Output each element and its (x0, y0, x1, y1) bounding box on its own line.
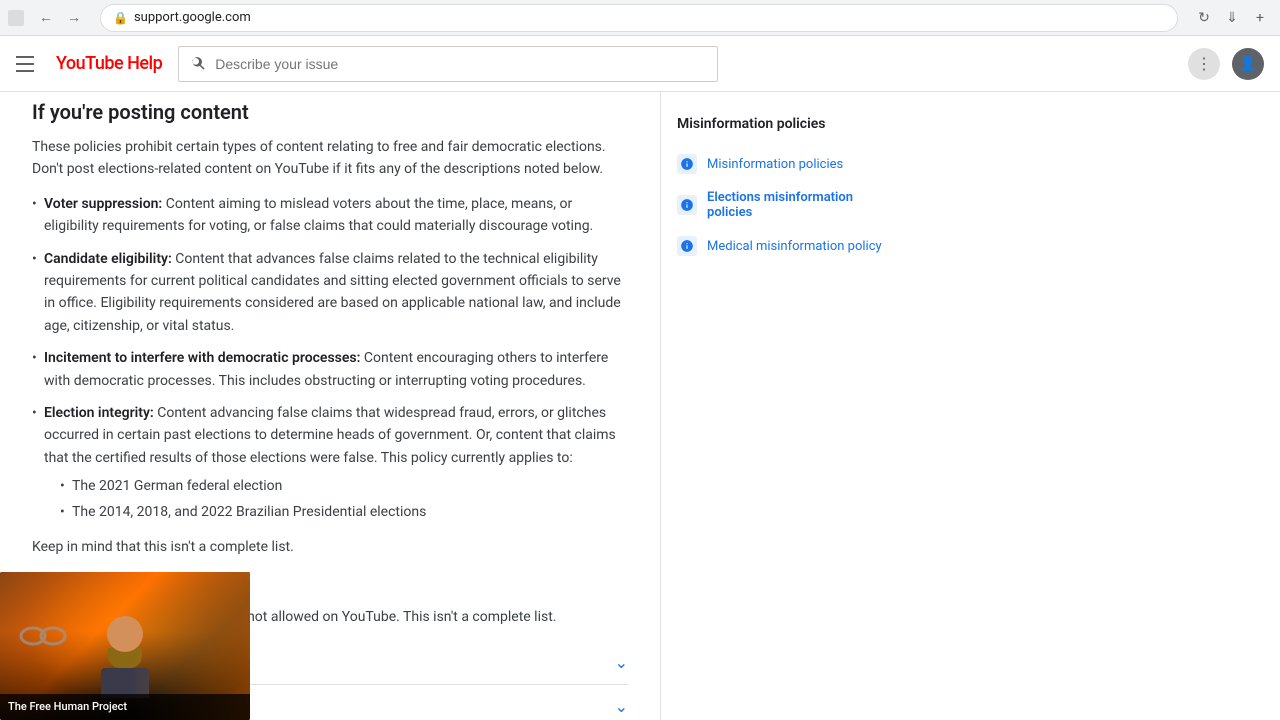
search-input[interactable] (215, 56, 705, 72)
yt-logo-youtube: YouTube (56, 53, 123, 74)
posting-intro: These policies prohibit certain types of… (32, 136, 628, 181)
sub-bullet-brazilian: The 2014, 2018, and 2022 Brazilian Presi… (60, 501, 628, 523)
url-text: support.google.com (134, 10, 251, 25)
sidebar: Misinformation policies Misinformation p… (660, 92, 900, 720)
video-title-bar: The Free Human Project (0, 694, 250, 720)
video-title-text: The Free Human Project (8, 700, 242, 714)
lock-icon: 🔒 (113, 11, 128, 25)
sidebar-link-medical[interactable]: Medical misinformation policy (677, 228, 884, 264)
yt-logo-help: Help (123, 53, 162, 74)
sidebar-label-elections: Elections misinformation policies (707, 190, 884, 220)
bullet-term-integrity: Election integrity: (44, 405, 154, 421)
download-button[interactable]: ⇓ (1220, 6, 1244, 30)
sub-bullet-german: The 2021 German federal election (60, 475, 628, 497)
sidebar-title: Misinformation policies (677, 116, 884, 132)
browser-tabs (8, 10, 24, 26)
chevron-candidate: ⌄ (615, 697, 628, 716)
bullet-term-voter: Voter suppression: (44, 196, 162, 212)
search-icon (191, 56, 207, 72)
hamburger-menu-icon[interactable] (16, 52, 40, 76)
video-overlay[interactable]: The Free Human Project (0, 572, 250, 720)
tab-icon (8, 10, 24, 26)
browser-actions: ↻ ⇓ + (1192, 6, 1272, 30)
yt-logo: YouTube Help (56, 53, 162, 74)
back-button[interactable]: ← (34, 6, 58, 30)
user-avatar[interactable]: 👤 (1232, 48, 1264, 80)
bullet-election-integrity: Election integrity: Content advancing fa… (32, 402, 628, 524)
apps-icon[interactable]: ⋮ (1188, 48, 1220, 80)
bullet-term-incitement: Incitement to interfere with democratic … (44, 350, 360, 366)
sidebar-label-medical: Medical misinformation policy (707, 239, 882, 254)
bullet-list: Voter suppression: Content aiming to mis… (32, 193, 628, 524)
sidebar-icon-misinfo (677, 154, 697, 174)
posting-heading: If you're posting content (32, 100, 628, 124)
chevron-voter: ⌄ (615, 653, 628, 672)
bullet-term-candidate: Candidate eligibility: (44, 251, 172, 267)
sidebar-icon-medical (677, 236, 697, 256)
keep-in-mind: Keep in mind that this isn't a complete … (32, 536, 628, 558)
sidebar-label-misinfo: Misinformation policies (707, 157, 843, 172)
bullet-candidate-eligibility: Candidate eligibility: Content that adva… (32, 248, 628, 338)
header-right: ⋮ 👤 (1188, 48, 1264, 80)
sub-bullet-list: The 2021 German federal election The 201… (44, 475, 628, 524)
sidebar-icon-elections (677, 195, 697, 215)
chain-decoration (18, 611, 68, 665)
browser-chrome: ← → 🔒 support.google.com ↻ ⇓ + (0, 0, 1280, 36)
search-bar[interactable] (178, 46, 718, 82)
reload-button[interactable]: ↻ (1192, 6, 1216, 30)
browser-nav: ← → (34, 6, 86, 30)
sidebar-link-elections[interactable]: Elections misinformation policies (677, 182, 884, 228)
new-tab-button[interactable]: + (1248, 6, 1272, 30)
bullet-incitement: Incitement to interfere with democratic … (32, 347, 628, 392)
yt-header: YouTube Help ⋮ 👤 (0, 36, 1280, 92)
address-bar[interactable]: 🔒 support.google.com (100, 4, 1178, 32)
bullet-voter-suppression: Voter suppression: Content aiming to mis… (32, 193, 628, 238)
forward-button[interactable]: → (62, 6, 86, 30)
sidebar-link-misinfo[interactable]: Misinformation policies (677, 146, 884, 182)
